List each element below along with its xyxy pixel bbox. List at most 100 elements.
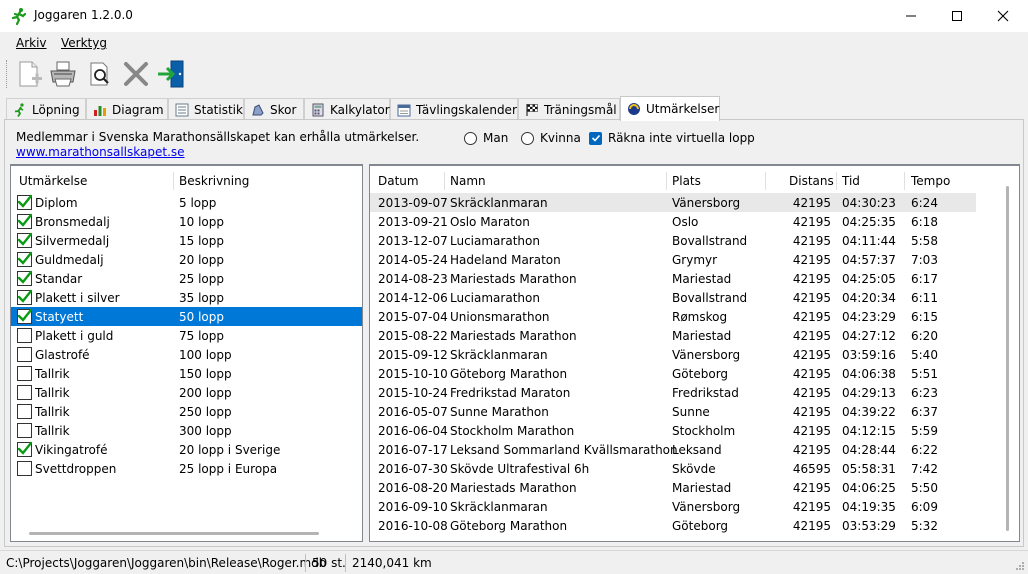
column-header-plats[interactable]: Plats (672, 174, 701, 188)
race-row[interactable]: 2014-05-24 Hadeland Maraton Grymyr 42195 04:… (370, 250, 976, 269)
race-name: Leksand Sommarland Kvällsmarathon (450, 443, 678, 457)
award-row[interactable]: Tallrik 250 lopp (11, 402, 362, 421)
minimize-button[interactable] (888, 0, 934, 32)
award-description: 250 lopp (179, 405, 232, 419)
radio-kvinna[interactable]: Kvinna (521, 131, 581, 145)
radio-kvinna-circle[interactable] (521, 131, 534, 145)
print-button[interactable] (47, 58, 79, 90)
tab-kalkylator[interactable]: Kalkylator (304, 98, 390, 120)
tab-lopning[interactable]: Löpning (6, 98, 86, 120)
races-list[interactable]: Datum Namn Plats Distans Tid Tempo 2013-… (369, 164, 1020, 542)
exit-button[interactable] (155, 58, 187, 90)
race-row[interactable]: 2016-06-04 Stockholm Marathon Stockholm 421… (370, 421, 976, 440)
race-row[interactable]: 2014-08-23 Mariestads Marathon Mariestad 42… (370, 269, 976, 288)
column-separator[interactable] (904, 172, 905, 190)
award-row[interactable]: Bronsmedalj 10 lopp (11, 212, 362, 231)
tab-skor[interactable]: Skor (244, 98, 304, 120)
tab-statistik[interactable]: Statistik (168, 98, 244, 120)
toolbar-grip[interactable] (6, 60, 9, 88)
race-row[interactable]: 2013-09-21 Oslo Maraton Oslo 42195 04:25:35 6… (370, 212, 976, 231)
award-checkbox[interactable] (17, 328, 32, 343)
race-row[interactable]: 2016-09-10 Skräcklanmaran Vänersborg 42195 0… (370, 497, 976, 516)
horizontal-scrollbar[interactable] (29, 532, 319, 535)
column-header-utmarkelse[interactable]: Utmärkelse (19, 174, 87, 188)
award-row[interactable]: Tallrik 300 lopp (11, 421, 362, 440)
column-separator[interactable] (836, 172, 837, 190)
column-header-distans[interactable]: Distans (789, 174, 834, 188)
award-checkbox[interactable] (17, 461, 32, 476)
new-button[interactable] (14, 58, 46, 90)
column-header-tempo[interactable]: Tempo (911, 174, 950, 188)
award-checkbox-checked[interactable] (17, 232, 32, 248)
menu-arkiv[interactable]: Arkiv (16, 36, 47, 50)
award-checkbox-checked[interactable] (17, 441, 32, 457)
award-row[interactable]: Silvermedalj 15 lopp (11, 231, 362, 250)
close-button[interactable] (980, 0, 1026, 32)
race-row[interactable]: 2015-10-10 Göteborg Marathon Göteborg 42195… (370, 364, 976, 383)
race-row[interactable]: 2016-07-30 Skövde Ultrafestival 6h Skövde 4… (370, 459, 976, 478)
award-row[interactable]: Standar 25 lopp (11, 269, 362, 288)
award-checkbox-checked[interactable] (17, 194, 32, 210)
race-row[interactable]: 2015-10-24 Fredrikstad Maraton Fredrikstad… (370, 383, 976, 402)
race-row[interactable]: 2016-10-08 Göteborg Marathon Göteborg 42195… (370, 516, 976, 535)
award-row[interactable]: Guldmedalj 20 lopp (11, 250, 362, 269)
column-header-datum[interactable]: Datum (378, 174, 419, 188)
award-name: Standar (35, 272, 83, 286)
tab-traningsmal[interactable]: Träningsmål (518, 98, 620, 120)
award-checkbox-checked[interactable] (17, 213, 32, 229)
award-checkbox-checked[interactable] (17, 270, 32, 286)
column-header-namn[interactable]: Namn (450, 174, 486, 188)
delete-button[interactable] (120, 58, 152, 90)
race-row[interactable]: 2015-07-04 Unionsmarathon Rømskog 42195 04:2… (370, 307, 976, 326)
print-preview-button[interactable] (84, 58, 116, 90)
award-checkbox-checked[interactable] (17, 251, 32, 267)
award-row[interactable]: Plakett i guld 75 lopp (11, 326, 362, 345)
marathon-society-link[interactable]: www.marathonsallskapet.se (16, 145, 185, 159)
award-row[interactable]: Statyett 50 lopp (11, 307, 362, 326)
race-row[interactable]: 2015-08-22 Mariestads Marathon Mariestad 42… (370, 326, 976, 345)
race-row[interactable]: 2016-08-20 Mariestads Marathon Mariestad 42… (370, 478, 976, 497)
column-separator[interactable] (444, 172, 445, 190)
tab-tavlingskalender[interactable]: Tävlingskalender (390, 98, 518, 120)
tab-diagram[interactable]: Diagram (86, 98, 168, 120)
award-checkbox[interactable] (17, 347, 32, 362)
race-row[interactable]: 2013-09-07 Skräcklanmaran Vänersborg 42195 0… (370, 193, 976, 212)
resize-grip-icon[interactable] (1015, 561, 1025, 571)
award-row[interactable]: Svettdroppen 25 lopp i Europa (11, 459, 362, 478)
race-row[interactable]: 2014-12-06 Luciamarathon Bovallstrand 42195… (370, 288, 976, 307)
award-checkbox-checked[interactable] (17, 308, 32, 324)
maximize-button[interactable] (934, 0, 980, 32)
race-distance: 42195 (792, 405, 831, 419)
race-row[interactable]: 2015-09-12 Skräcklanmaran Vänersborg 42195 0… (370, 345, 976, 364)
award-row[interactable]: Plakett i silver 35 lopp (11, 288, 362, 307)
race-row[interactable]: 2016-07-17 Leksand Sommarland Kvällsmarat… (370, 440, 976, 459)
award-checkbox[interactable] (17, 423, 32, 438)
column-separator[interactable] (765, 172, 766, 190)
checkbox-checked-icon[interactable] (589, 131, 602, 145)
column-header-tid[interactable]: Tid (842, 174, 860, 188)
race-row[interactable]: 2013-12-07 Luciamarathon Bovallstrand 42195… (370, 231, 976, 250)
column-header-beskrivning[interactable]: Beskrivning (179, 174, 249, 188)
award-checkbox[interactable] (17, 366, 32, 381)
column-separator[interactable] (666, 172, 667, 190)
exclude-virtual-checkbox[interactable]: Räkna inte virtuella lopp (589, 131, 755, 145)
vertical-scrollbar[interactable] (1006, 186, 1009, 531)
award-checkbox[interactable] (17, 385, 32, 400)
awards-list[interactable]: Utmärkelse Beskrivning Diplom 5 lopp Brons… (10, 164, 363, 542)
race-row[interactable]: 2016-05-07 Sunne Marathon Sunne 42195 04:39:… (370, 402, 976, 421)
award-row[interactable]: Tallrik 150 lopp (11, 364, 362, 383)
tab-utmarkelser[interactable]: Utmärkelser (620, 96, 720, 121)
award-row[interactable]: Vikingatrofé 20 lopp i Sverige (11, 440, 362, 459)
column-separator[interactable] (173, 172, 174, 190)
award-row[interactable]: Tallrik 200 lopp (11, 383, 362, 402)
race-distance: 42195 (792, 291, 831, 305)
menu-verktyg[interactable]: Verktyg (61, 36, 107, 50)
award-checkbox-checked[interactable] (17, 289, 32, 305)
award-row[interactable]: Glastrofé 100 lopp (11, 345, 362, 364)
radio-man[interactable]: Man (464, 131, 508, 145)
award-checkbox[interactable] (17, 404, 32, 419)
radio-man-circle[interactable] (464, 131, 477, 145)
award-name: Plakett i silver (35, 291, 120, 305)
race-distance: 42195 (792, 481, 831, 495)
award-row[interactable]: Diplom 5 lopp (11, 193, 362, 212)
